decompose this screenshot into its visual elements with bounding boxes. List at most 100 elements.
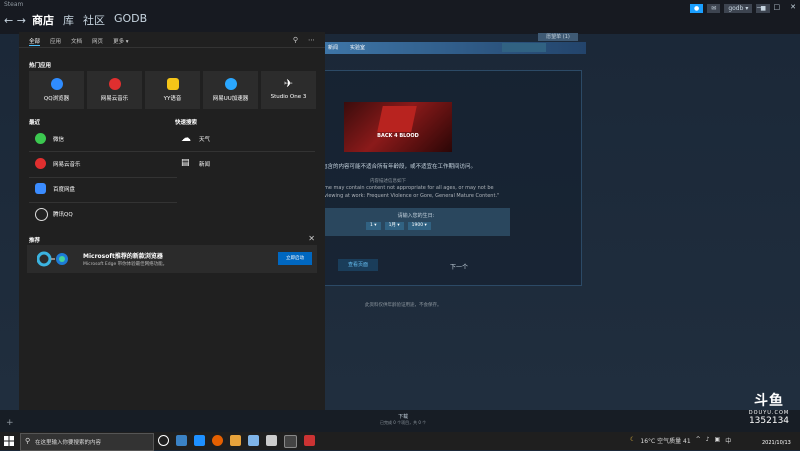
quick-item-weather[interactable]: ☁ 天气 (175, 129, 331, 149)
steam-nav-tabs: 商店 库 社区 GODB (32, 12, 147, 28)
app-tile-studio-one[interactable]: ✈ Studio One 3 (261, 71, 316, 109)
weather-icon[interactable]: ☾ (630, 436, 635, 445)
banner-text: BACK 4 BLOOD (377, 133, 419, 139)
edge-promo-card[interactable]: Microsoft推荐的新款浏览器 Microsoft Edge 带你体验最佳网… (27, 245, 317, 273)
close-button[interactable]: ✕ (790, 3, 796, 11)
warning-text-cn: 包含的内容可能不适合所有年龄段，或不适宜在工作期间访问。 (322, 164, 477, 170)
windows-start-icon[interactable] (4, 436, 14, 446)
hot-apps-title: 热门应用 (29, 63, 52, 69)
steam-menu[interactable]: Steam (4, 1, 23, 8)
search-placeholder: 在这里输入你要搜索的内容 (35, 440, 102, 446)
volume-icon[interactable]: ♪ (706, 436, 710, 445)
window-controls: — □ ✕ (757, 3, 797, 11)
banner-four-shape (377, 106, 417, 132)
minimize-button[interactable]: — (757, 3, 764, 11)
recent-item-netease-music[interactable]: 网易云音乐 (29, 154, 185, 174)
studio-one-icon[interactable] (266, 435, 277, 446)
promo-subtitle: Microsoft Edge 带你体验最佳网络功能。 (83, 262, 168, 267)
app-tile-uu[interactable]: 网易UU加速器 (203, 71, 258, 109)
launch-now-button[interactable]: 立即启动 (278, 252, 312, 265)
tab-all[interactable]: 全部 (29, 37, 41, 46)
game-banner: BACK 4 BLOOD (344, 102, 452, 152)
store-nav-item-labs[interactable]: 实验室 (350, 42, 365, 54)
birthdate-label: 请输入您的生日: (397, 213, 435, 219)
app-icon[interactable] (284, 435, 297, 448)
feedback-icon[interactable]: ⚲ (293, 36, 298, 44)
app-icon[interactable] (248, 435, 259, 446)
file-explorer-icon[interactable] (176, 435, 187, 446)
search-icon: ⚲ (25, 437, 31, 445)
tab-more[interactable]: 更多 ▾ (113, 37, 129, 46)
app-tile-yy[interactable]: YY语音 (145, 71, 200, 109)
tab-community[interactable]: 社区 (83, 12, 105, 28)
network-icon[interactable]: ▣ (715, 436, 721, 445)
netease-music-icon (35, 158, 46, 169)
tray-weather-text[interactable]: 16°C 空气质量 41 (640, 436, 690, 445)
tab-web[interactable]: 网页 (92, 37, 103, 46)
birthdate-selects: 1 ▾ 1月 ▾ 1900 ▾ (366, 222, 431, 230)
birthdate-box: 请输入您的生日: 1 ▾ 1月 ▾ 1900 ▾ (322, 208, 510, 236)
close-promo-icon[interactable]: ✕ (308, 234, 315, 243)
tray-chevron-icon[interactable]: ^ (696, 436, 701, 445)
app-tile-netease-music[interactable]: 网易云音乐 (87, 71, 142, 109)
douyu-watermark: 斗鱼 DOUYU.COM 1352134 (743, 390, 795, 426)
recent-title: 最近 (29, 120, 41, 126)
next-link[interactable]: 下一个 (450, 262, 468, 271)
user-menu[interactable]: godb ▾ (724, 4, 753, 13)
tab-store[interactable]: 商店 (32, 12, 54, 28)
forward-arrow-icon[interactable]: → (17, 14, 26, 27)
tab-apps[interactable]: 应用 (50, 37, 61, 46)
maximize-button[interactable]: □ (774, 3, 781, 11)
studio-one-icon: ✈ (283, 77, 294, 90)
search-filter-tabs: 全部 应用 文档 网页 更多 ▾ (29, 37, 129, 46)
add-game-button[interactable]: + (6, 418, 14, 428)
app-icon[interactable] (304, 435, 315, 446)
task-view-icon[interactable] (158, 435, 169, 446)
app-icon[interactable] (230, 435, 241, 446)
taskbar-pinned-apps (158, 435, 315, 448)
weather-icon: ☁ (181, 133, 191, 144)
notification-button[interactable]: ● (690, 4, 704, 13)
divider (175, 151, 315, 152)
wishlist-button[interactable]: 愿望单 (1) (538, 33, 578, 41)
store-nav-item-news[interactable]: 新闻 (328, 42, 338, 54)
taskbar-clock[interactable]: 2021/10/13 (762, 434, 791, 446)
wechat-icon (35, 133, 46, 144)
promo-title: Microsoft推荐的新款浏览器 (83, 253, 163, 260)
downloads-label: 下载 (398, 414, 409, 420)
recent-item-baidu-netdisk[interactable]: 百度网盘 (29, 179, 185, 199)
taskbar-search-input[interactable]: ⚲ 在这里输入你要搜索的内容 (20, 433, 154, 451)
month-select[interactable]: 1月 ▾ (384, 222, 404, 230)
promo-section-title: 推荐 (29, 238, 41, 244)
downloads-status[interactable]: 下载 已完成 0 个项目，共 0 个 (380, 413, 426, 426)
more-options-icon[interactable]: ⋯ (308, 36, 315, 44)
tab-documents[interactable]: 文档 (71, 37, 82, 46)
edge-icon (37, 251, 68, 267)
day-select[interactable]: 1 ▾ (366, 222, 381, 230)
baidu-netdisk-icon (35, 183, 46, 194)
app-tile-qq-browser[interactable]: QQ浏览器 (29, 71, 84, 109)
view-page-button[interactable]: 查看页面 (338, 259, 378, 271)
recent-item-qq[interactable]: 腾讯QQ (29, 204, 185, 224)
panel-header-icons: ⚲ ⋯ (293, 36, 315, 44)
back-arrow-icon[interactable]: ← (4, 14, 13, 27)
store-search-input[interactable] (502, 43, 546, 52)
nav-arrows[interactable]: ← → (4, 14, 26, 27)
yy-icon (166, 78, 179, 90)
divider (19, 47, 325, 48)
year-select[interactable]: 1900 ▾ (407, 222, 431, 230)
ime-icon[interactable]: 中 (725, 436, 731, 445)
downloads-sub: 已完成 0 个项目，共 0 个 (380, 420, 427, 425)
system-tray: ☾ 16°C 空气质量 41 ^ ♪ ▣ 中 (630, 436, 731, 445)
recent-item-wechat[interactable]: 微信 (29, 129, 185, 149)
steam-icon[interactable] (194, 435, 205, 446)
quick-item-news[interactable]: ▤ 新闻 (175, 154, 331, 174)
firefox-icon[interactable] (212, 435, 223, 446)
windows-search-panel: 全部 应用 文档 网页 更多 ▾ ⚲ ⋯ 热门应用 QQ浏览器 网易云音乐 YY… (19, 32, 325, 410)
windows-taskbar: ⚲ 在这里输入你要搜索的内容 ☾ 16°C 空气质量 41 ^ ♪ ▣ 中 20… (0, 432, 800, 451)
divider (29, 202, 177, 203)
tab-library[interactable]: 库 (63, 12, 74, 28)
friends-button[interactable]: ✉ (707, 4, 721, 13)
tab-username[interactable]: GODB (114, 12, 147, 28)
hot-apps-grid: QQ浏览器 网易云音乐 YY语音 网易UU加速器 ✈ Studio One 3 (29, 71, 316, 109)
